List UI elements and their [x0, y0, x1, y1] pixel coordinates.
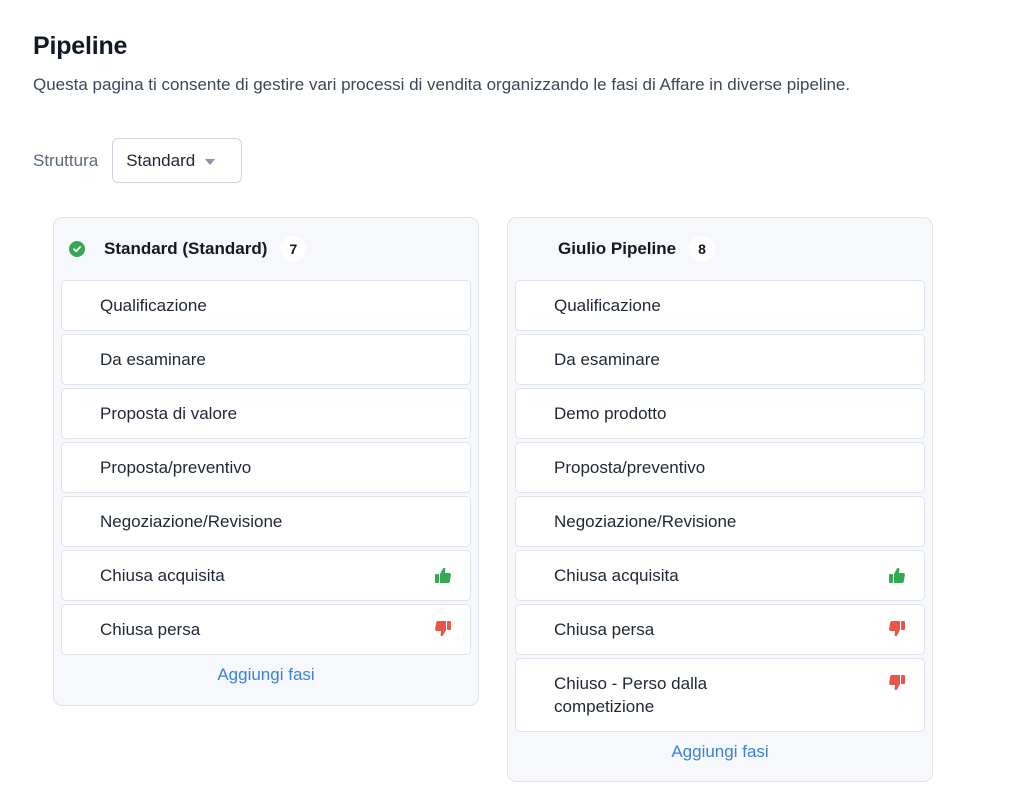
stage-label: Proposta di valore	[100, 404, 238, 423]
stage-item[interactable]: Qualificazione	[515, 280, 925, 331]
check-circle-icon	[69, 241, 85, 257]
stage-list: Qualificazione Da esaminare Proposta di va…	[61, 280, 471, 655]
add-stages-link[interactable]: Aggiungi fasi	[515, 742, 925, 762]
thumbs-down-icon	[888, 674, 906, 692]
stage-label: Chiuso - Perso dalla competizione	[554, 674, 708, 716]
stage-item[interactable]: Chiusa persa	[61, 604, 471, 655]
stage-item[interactable]: Qualificazione	[61, 280, 471, 331]
stage-item[interactable]: Negoziazione/Revisione	[515, 496, 925, 547]
structure-row: Struttura Standard	[33, 138, 243, 183]
stage-label: Da esaminare	[100, 350, 206, 369]
stage-label: Proposta/preventivo	[554, 458, 706, 477]
page-title: Pipeline	[33, 32, 128, 60]
thumbs-up-icon	[888, 566, 906, 584]
stage-label: Chiusa persa	[554, 620, 655, 639]
stage-item[interactable]: Da esaminare	[61, 334, 471, 385]
thumbs-down-icon	[434, 620, 452, 638]
pipeline-card-giulio: Giulio Pipeline 8 Qualificazione Da esami…	[507, 217, 933, 782]
stage-item[interactable]: Chiusa acquisita	[515, 550, 925, 601]
stage-item[interactable]: Chiusa acquisita	[61, 550, 471, 601]
stage-label: Negoziazione/Revisione	[100, 512, 283, 531]
stage-item[interactable]: Chiuso - Perso dalla competizione	[515, 658, 925, 732]
pipeline-card-standard: Standard (Standard) 7 Qualificazione Da e…	[53, 217, 479, 706]
stage-item[interactable]: Da esaminare	[515, 334, 925, 385]
stage-count-badge: 8	[689, 236, 716, 262]
stage-label: Qualificazione	[554, 296, 661, 315]
structure-label: Struttura	[33, 150, 99, 170]
thumbs-down-icon	[888, 620, 906, 638]
stage-label: Chiusa acquisita	[100, 566, 225, 585]
stage-item[interactable]: Negoziazione/Revisione	[61, 496, 471, 547]
stage-item[interactable]: Demo prodotto	[515, 388, 925, 439]
structure-select[interactable]: Standard	[112, 138, 243, 183]
stage-item[interactable]: Proposta/preventivo	[61, 442, 471, 493]
pipeline-name: Standard (Standard)	[104, 239, 268, 258]
stage-item[interactable]: Proposta di valore	[61, 388, 471, 439]
thumbs-up-icon	[434, 566, 452, 584]
page-description: Questa pagina ti consente di gestire var…	[33, 75, 851, 94]
stage-label: Negoziazione/Revisione	[554, 512, 737, 531]
stage-list: Qualificazione Da esaminare Demo prodotto P…	[515, 280, 925, 732]
structure-select-value: Standard	[126, 150, 196, 170]
pipeline-header: Giulio Pipeline 8	[515, 218, 925, 280]
pipeline-name: Giulio Pipeline	[558, 239, 677, 258]
stage-label: Chiusa persa	[100, 620, 201, 639]
add-stages-link[interactable]: Aggiungi fasi	[61, 665, 471, 685]
stage-label: Da esaminare	[554, 350, 660, 369]
stage-label: Qualificazione	[100, 296, 207, 315]
stage-label: Proposta/preventivo	[100, 458, 252, 477]
stage-item[interactable]: Chiusa persa	[515, 604, 925, 655]
stage-label: Demo prodotto	[554, 404, 667, 423]
stage-item[interactable]: Proposta/preventivo	[515, 442, 925, 493]
stage-count-badge: 7	[280, 236, 307, 262]
pipeline-header: Standard (Standard) 7	[61, 218, 471, 280]
chevron-down-icon	[205, 158, 216, 165]
stage-label: Chiusa acquisita	[554, 566, 679, 585]
